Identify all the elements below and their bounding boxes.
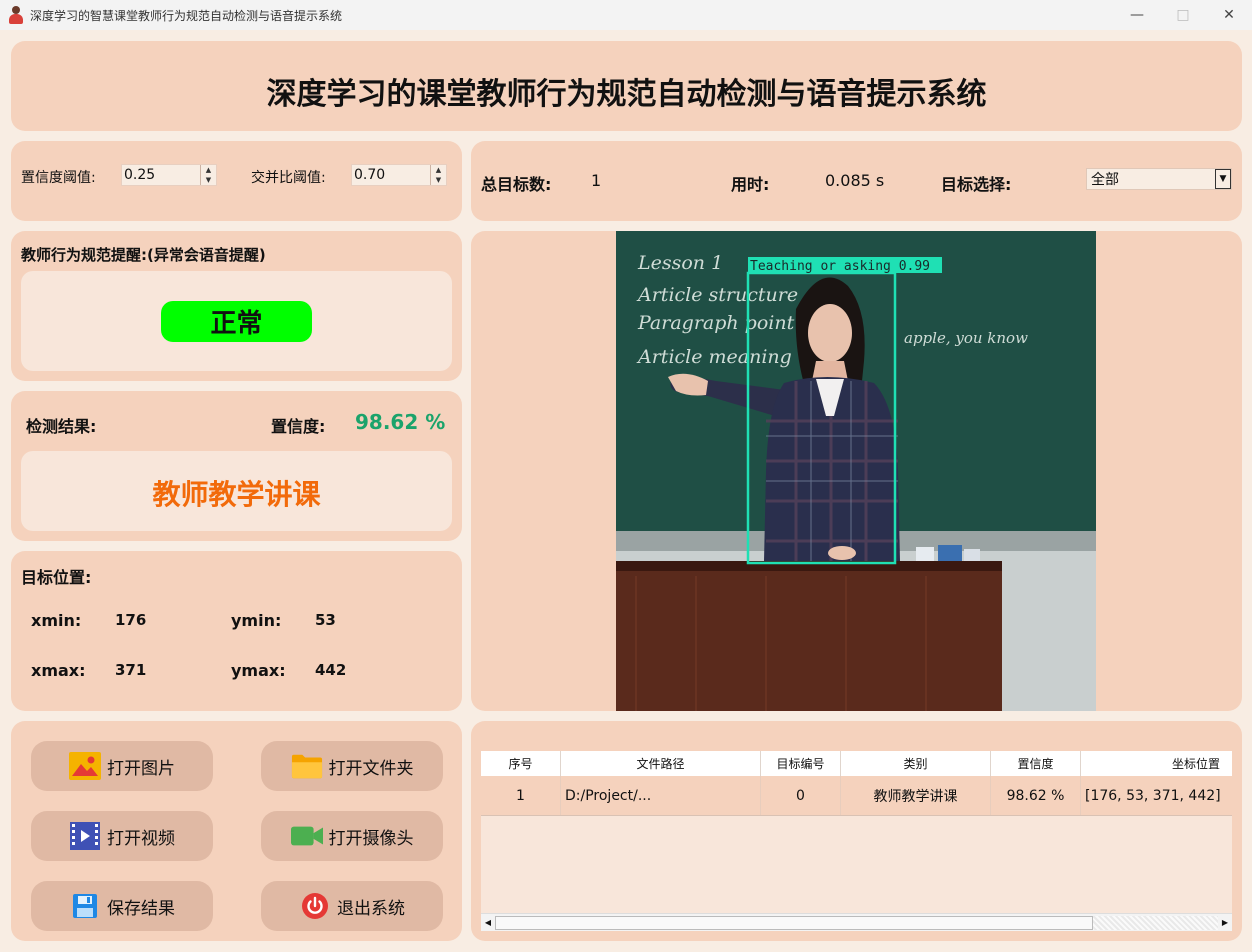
- detection-panel: 检测结果: 置信度: 98.62 % 教师教学讲课: [11, 391, 462, 541]
- camera-icon: [290, 821, 323, 851]
- window-title: 深度学习的智慧课堂教师行为规范自动检测与语音提示系统: [30, 8, 343, 23]
- results-table[interactable]: 序号 文件路径 目标编号 类别 置信度 坐标位置 1 D:/Project/..…: [481, 751, 1232, 816]
- spin-down-icon[interactable]: ▼: [206, 176, 211, 184]
- cell-target-id: 0: [761, 776, 841, 815]
- iou-threshold-spinbox[interactable]: 0.70 ▲ ▼: [351, 164, 447, 186]
- spin-up-icon[interactable]: ▲: [206, 166, 211, 174]
- page-title: 深度学习的课堂教师行为规范自动检测与语音提示系统: [266, 77, 987, 112]
- detection-box-label: Teaching or asking 0.99: [750, 259, 930, 274]
- chevron-down-icon[interactable]: ▼: [1215, 169, 1231, 189]
- scroll-left-icon[interactable]: ◀: [481, 915, 495, 931]
- iou-threshold-label: 交并比阈值:: [251, 170, 326, 186]
- conf-threshold-label: 置信度阈值:: [21, 170, 96, 186]
- open-folder-button[interactable]: 打开文件夹: [261, 741, 443, 791]
- board-line-4: Article meaning: [636, 346, 792, 368]
- time-value: 0.085 s: [825, 171, 885, 190]
- spin-down-icon[interactable]: ▼: [436, 176, 441, 184]
- col-path-header[interactable]: 文件路径: [561, 751, 761, 776]
- confidence-value: 98.62 %: [355, 410, 446, 434]
- reminder-box: 正常: [21, 271, 452, 371]
- cell-index: 1: [481, 776, 561, 815]
- xmax-value: 371: [115, 661, 147, 679]
- open-video-button[interactable]: 打开视频: [31, 811, 213, 861]
- open-camera-button[interactable]: 打开摄像头: [261, 811, 443, 861]
- maximize-button[interactable]: □: [1160, 0, 1206, 30]
- cell-path: D:/Project/...: [561, 776, 761, 815]
- cell-confidence: 98.62 %: [991, 776, 1081, 815]
- table-horizontal-scrollbar[interactable]: ◀ ▶: [481, 913, 1232, 931]
- table-row[interactable]: 1 D:/Project/... 0 教师教学讲课 98.62 % [176, …: [481, 776, 1232, 816]
- reminder-label: 教师行为规范提醒:(异常会语音提醒): [21, 246, 266, 264]
- header-panel: 深度学习的课堂教师行为规范自动检测与语音提示系统: [11, 41, 1242, 131]
- detection-result-label: 检测结果:: [26, 417, 97, 436]
- open-video-label: 打开视频: [107, 828, 175, 849]
- cell-coords: [176, 53, 371, 442]: [1085, 787, 1221, 804]
- ymax-value: 442: [315, 661, 347, 679]
- position-panel: 目标位置: xmin: 176 ymin: 53 xmax: 371 ymax:…: [11, 551, 462, 711]
- video-icon: [69, 821, 101, 851]
- open-folder-label: 打开文件夹: [328, 758, 414, 779]
- target-select-dropdown[interactable]: 全部 ▼: [1086, 168, 1232, 190]
- total-targets-label: 总目标数:: [481, 175, 552, 194]
- ymin-value: 53: [315, 611, 336, 629]
- save-button[interactable]: 保存结果: [31, 881, 213, 931]
- window-titlebar: 深度学习的智慧课堂教师行为规范自动检测与语音提示系统 — □ ✕: [0, 0, 1252, 30]
- scroll-thumb[interactable]: [495, 915, 1093, 930]
- close-button[interactable]: ✕: [1206, 0, 1252, 30]
- status-badge: 正常: [161, 301, 312, 342]
- position-label: 目标位置:: [21, 568, 92, 587]
- folder-icon: [291, 751, 323, 781]
- target-select-label: 目标选择:: [941, 175, 1012, 194]
- save-label: 保存结果: [107, 898, 175, 919]
- params-panel: 置信度阈值: 0.25 ▲ ▼ 交并比阈值: 0.70 ▲ ▼: [11, 141, 462, 221]
- save-icon: [69, 891, 101, 921]
- xmin-value: 176: [115, 611, 147, 629]
- col-coords-header[interactable]: 坐标位置: [1081, 751, 1232, 776]
- board-line-5: apple, you know: [904, 329, 1028, 347]
- open-camera-label: 打开摄像头: [328, 828, 414, 849]
- minimize-button[interactable]: —: [1114, 0, 1160, 30]
- buttons-panel: 打开图片 打开文件夹 打开视频 打开摄像头 保存结果 退出系统: [11, 721, 462, 941]
- confidence-label: 置信度:: [271, 417, 326, 436]
- result-class-text: 教师教学讲课: [152, 478, 321, 511]
- reminder-panel: 教师行为规范提醒:(异常会语音提醒) 正常: [11, 231, 462, 381]
- stats-panel: 总目标数: 1 用时: 0.085 s 目标选择: 全部 ▼: [471, 141, 1242, 221]
- target-select-value: 全部: [1091, 172, 1119, 188]
- time-label: 用时:: [731, 175, 770, 194]
- board-line-2: Article structure: [636, 284, 798, 306]
- open-image-label: 打开图片: [107, 758, 175, 779]
- scroll-track[interactable]: [495, 915, 1218, 930]
- open-image-button[interactable]: 打开图片: [31, 741, 213, 791]
- result-box: 教师教学讲课: [21, 451, 452, 531]
- table-header-row: 序号 文件路径 目标编号 类别 置信度 坐标位置: [481, 751, 1232, 776]
- image-icon: [69, 751, 101, 781]
- cell-class: 教师教学讲课: [841, 776, 991, 815]
- xmin-label: xmin:: [31, 611, 82, 630]
- col-index-header[interactable]: 序号: [481, 751, 561, 776]
- spin-up-icon[interactable]: ▲: [436, 166, 441, 174]
- conf-threshold-spinbox[interactable]: 0.25 ▲ ▼: [121, 164, 217, 186]
- app-icon: [8, 6, 24, 24]
- board-line-1: Lesson 1: [637, 252, 723, 274]
- power-icon: [299, 891, 331, 921]
- col-target-id-header[interactable]: 目标编号: [761, 751, 841, 776]
- ymin-label: ymin:: [231, 611, 282, 630]
- col-class-header[interactable]: 类别: [841, 751, 991, 776]
- exit-button[interactable]: 退出系统: [261, 881, 443, 931]
- exit-label: 退出系统: [337, 898, 405, 919]
- xmax-label: xmax:: [31, 661, 86, 680]
- conf-threshold-value: 0.25: [124, 167, 156, 183]
- board-line-3: Paragraph point: [637, 312, 795, 334]
- total-targets-value: 1: [591, 171, 602, 190]
- iou-threshold-value: 0.70: [354, 167, 386, 183]
- scroll-right-icon[interactable]: ▶: [1218, 915, 1232, 931]
- ymax-label: ymax:: [231, 661, 286, 680]
- col-confidence-header[interactable]: 置信度: [991, 751, 1081, 776]
- detection-image: Lesson 1 Article structure Paragraph poi…: [616, 231, 1096, 711]
